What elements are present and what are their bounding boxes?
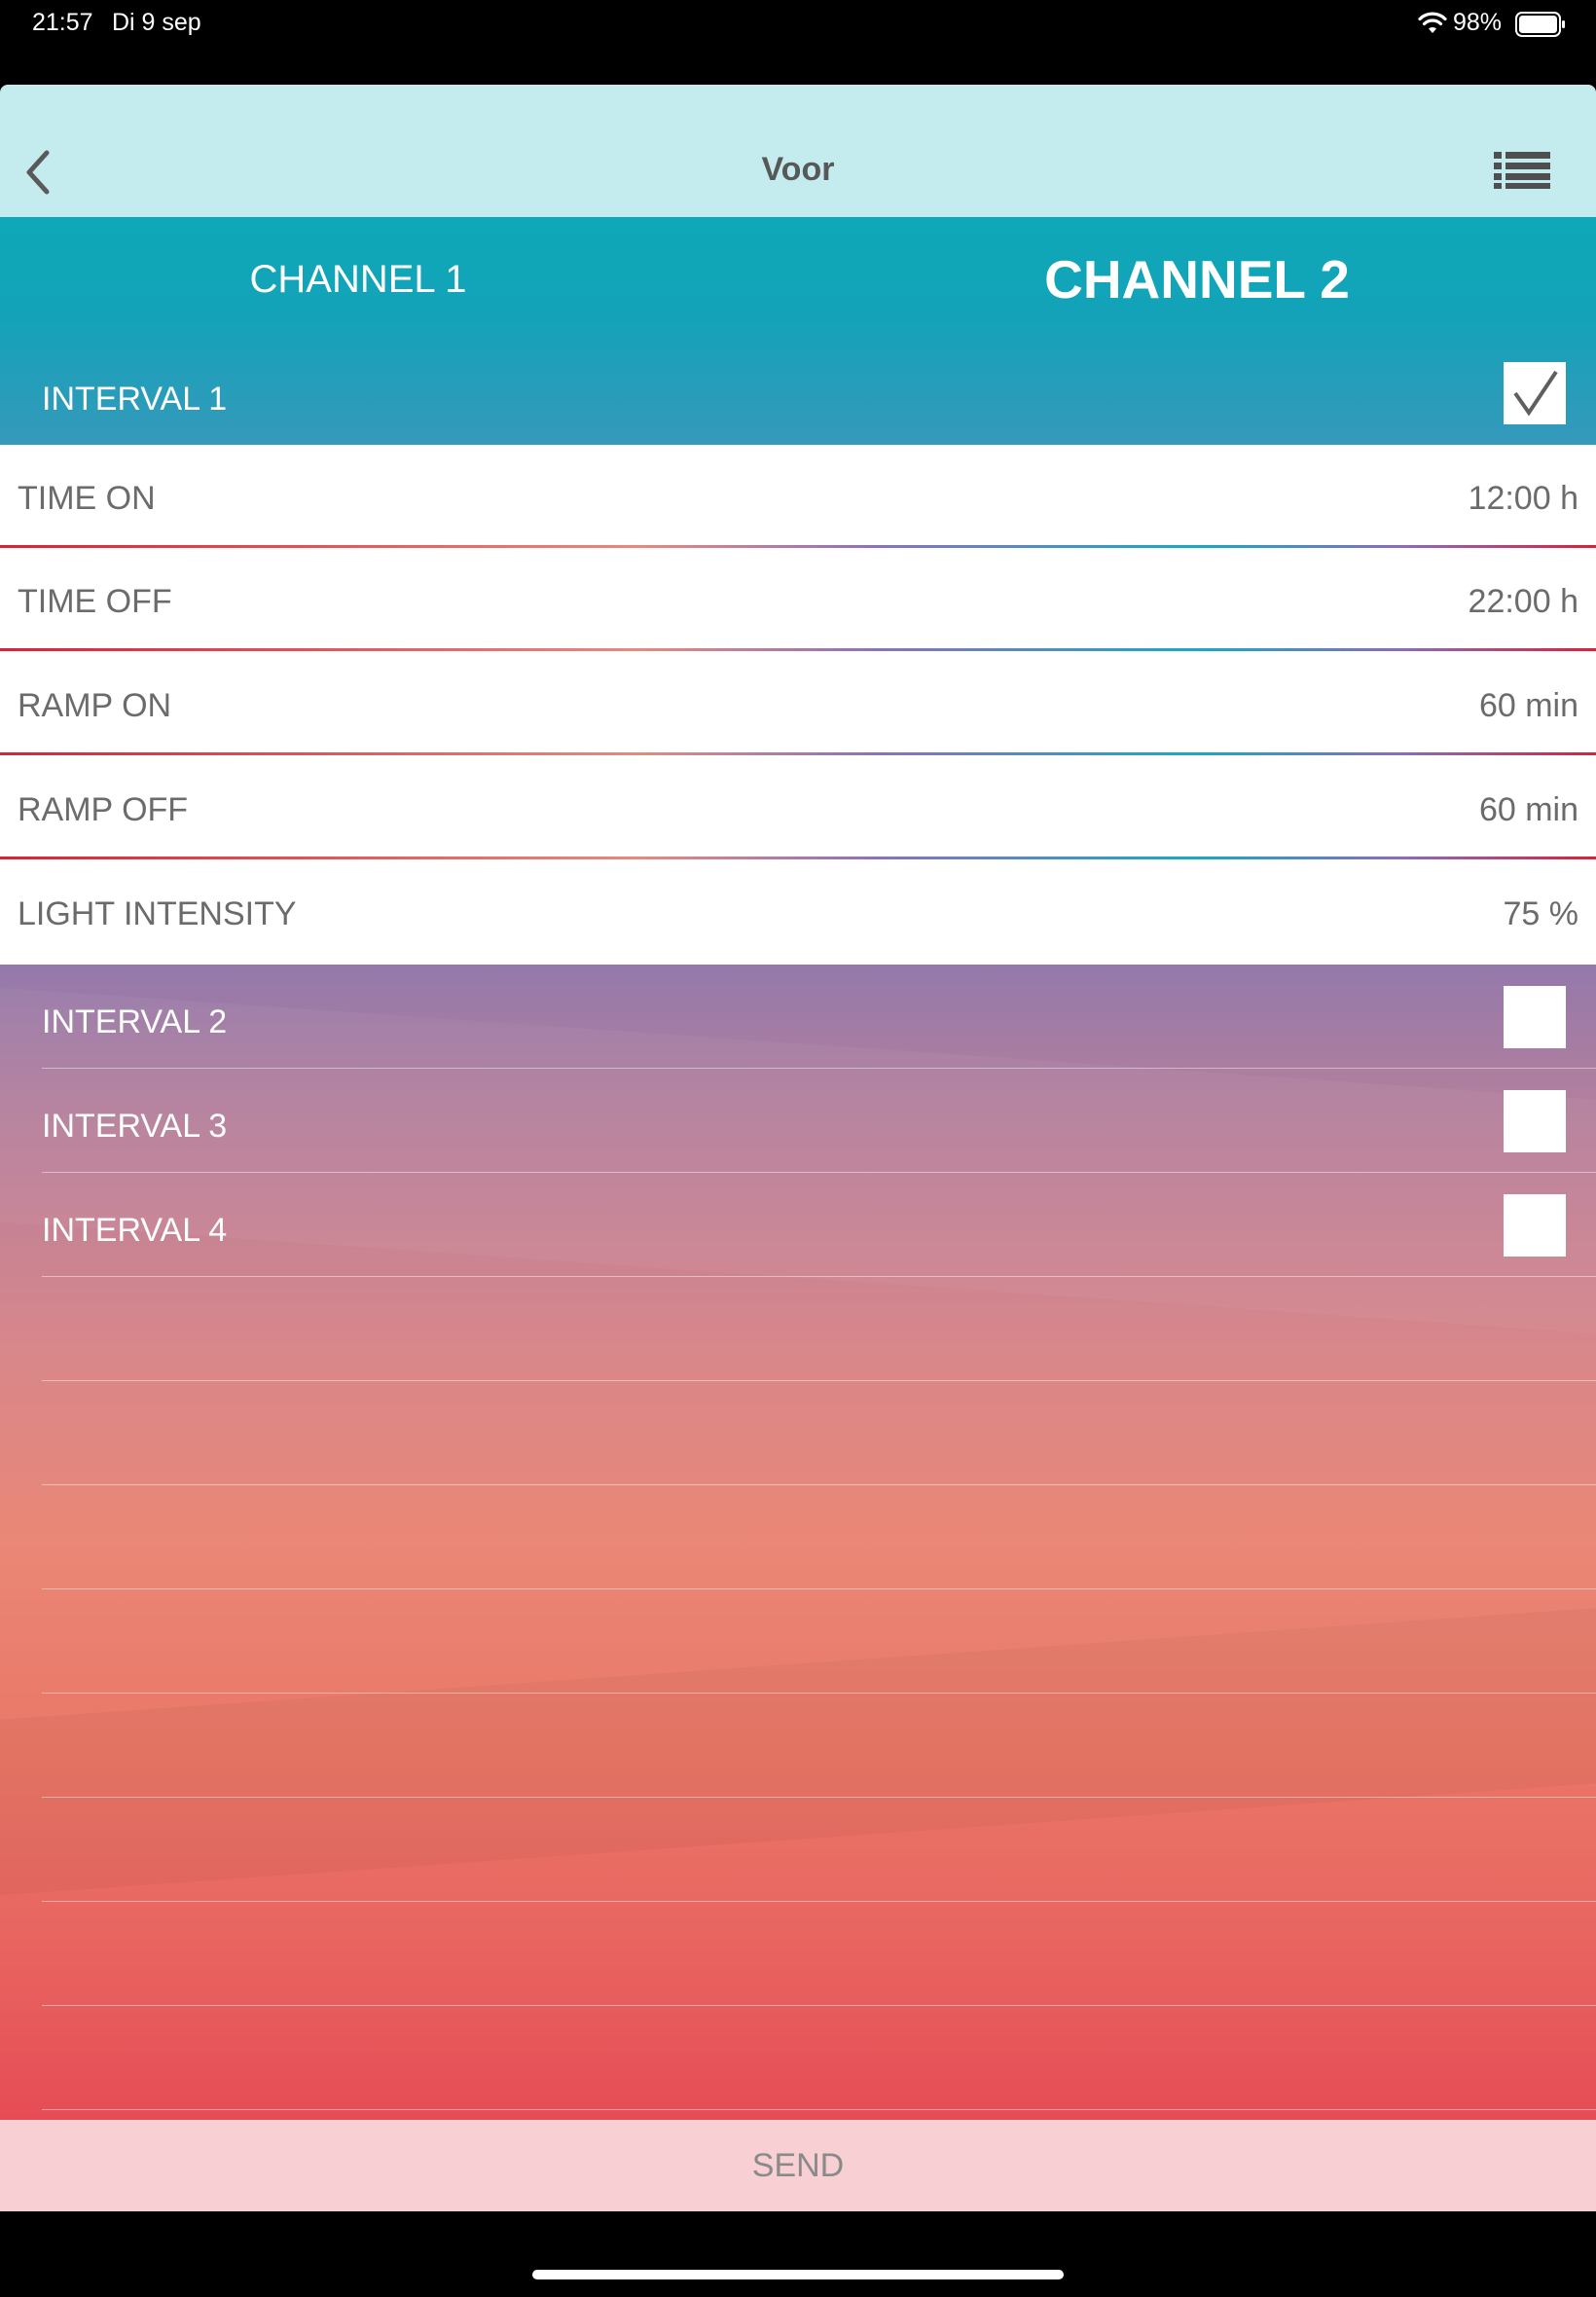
setting-row-time-on[interactable]: TIME ON 12:00 h (0, 445, 1596, 548)
channel-header: CHANNEL 1 CHANNEL 2 INTERVAL 1 (0, 217, 1596, 445)
home-indicator[interactable] (532, 2270, 1064, 2279)
setting-row-ramp-off[interactable]: RAMP OFF 60 min (0, 756, 1596, 859)
status-time: 21:57 (32, 9, 93, 36)
battery-percent: 98% (1453, 9, 1503, 36)
interval-row-3[interactable]: INTERVAL 3 (0, 1069, 1596, 1173)
setting-label: LIGHT INTENSITY (18, 895, 297, 932)
setting-value: 22:00 h (1468, 583, 1578, 620)
interval-row-4[interactable]: INTERVAL 4 (0, 1173, 1596, 1277)
setting-value: 60 min (1478, 791, 1578, 828)
empty-row (0, 1798, 1596, 1902)
interval-4-checkbox[interactable] (1504, 1194, 1566, 1257)
wifi-icon (1418, 12, 1447, 33)
empty-row (0, 1485, 1596, 1589)
interval-3-checkbox[interactable] (1504, 1090, 1566, 1152)
interval-label: INTERVAL 2 (42, 1003, 228, 1040)
interval-row-2[interactable]: INTERVAL 2 (0, 965, 1596, 1069)
tab-channel-2[interactable]: CHANNEL 2 (856, 248, 1538, 310)
tab-channel-1[interactable]: CHANNEL 1 (18, 258, 699, 302)
interval-1-label: INTERVAL 1 (42, 381, 228, 418)
send-button[interactable]: SEND (752, 2147, 844, 2185)
setting-row-time-off[interactable]: TIME OFF 22:00 h (0, 548, 1596, 651)
status-bar: 21:57 Di 9 sep 98% (0, 0, 1596, 85)
row-divider (0, 648, 1596, 651)
setting-value: 12:00 h (1468, 480, 1578, 517)
setting-row-ramp-on[interactable]: RAMP ON 60 min (0, 652, 1596, 755)
empty-row (0, 1277, 1596, 1381)
status-date: Di 9 sep (112, 9, 201, 36)
interval-label: INTERVAL 3 (42, 1108, 228, 1145)
list-icon[interactable] (1494, 151, 1550, 190)
empty-row (0, 1589, 1596, 1694)
screen: 21:57 Di 9 sep 98% Voor CHANNEL 1 CHANNE… (0, 0, 1596, 2297)
checkmark-icon (1513, 370, 1558, 417)
empty-row (0, 2006, 1596, 2110)
empty-row (0, 1902, 1596, 2006)
battery-icon (1515, 12, 1565, 37)
empty-row (0, 1694, 1596, 1798)
setting-label: RAMP OFF (18, 791, 189, 828)
setting-label: TIME ON (18, 480, 156, 517)
interval-label: INTERVAL 4 (42, 1212, 228, 1249)
interval-1-checkbox[interactable] (1504, 362, 1566, 424)
row-divider (0, 752, 1596, 755)
interval-2-checkbox[interactable] (1504, 986, 1566, 1048)
setting-value: 60 min (1478, 687, 1578, 724)
row-divider (0, 857, 1596, 859)
row-divider (42, 2109, 1596, 2110)
navigation-bar: Voor (0, 85, 1596, 217)
page-title: Voor (761, 151, 835, 188)
setting-label: RAMP ON (18, 687, 172, 724)
setting-label: TIME OFF (18, 583, 172, 620)
interval-1-settings: TIME ON 12:00 h TIME OFF 22:00 h RAMP ON… (0, 445, 1596, 965)
empty-row (0, 1381, 1596, 1485)
intervals-list: INTERVAL 2 INTERVAL 3 INTERVAL 4 (0, 965, 1596, 2120)
setting-row-light-intensity[interactable]: LIGHT INTENSITY 75 % (0, 860, 1596, 964)
setting-value: 75 % (1503, 895, 1579, 932)
send-bar: SEND (0, 2120, 1596, 2211)
